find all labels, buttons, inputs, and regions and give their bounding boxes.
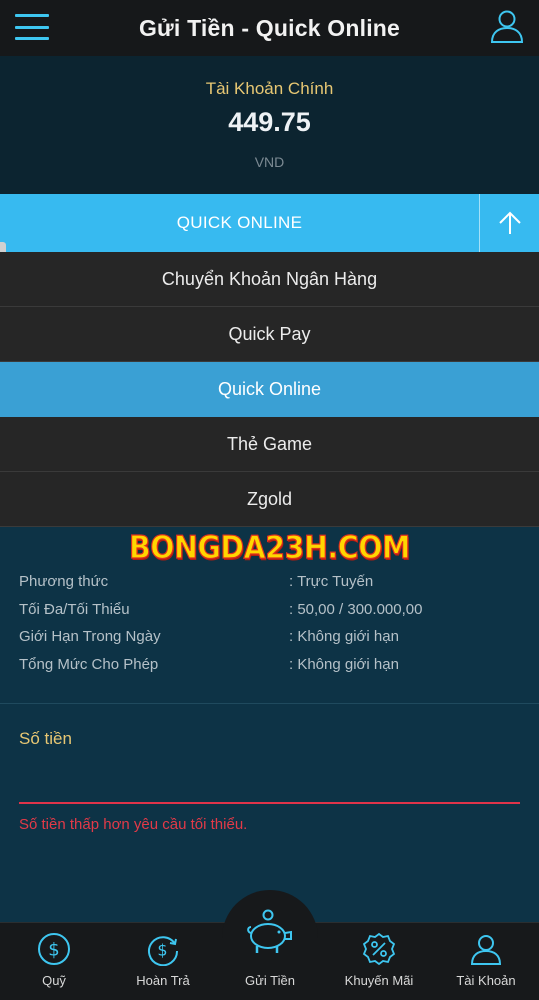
- hamburger-menu-icon[interactable]: [14, 12, 50, 42]
- info-row: Tổng Mức Cho Phép : Không giới hạn: [19, 656, 519, 684]
- svg-text:$: $: [157, 941, 167, 960]
- method-option-quick-pay[interactable]: Quick Pay: [0, 307, 539, 362]
- payment-method-selector[interactable]: QUICK ONLINE: [0, 194, 539, 252]
- balance-panel: Tài Khoản Chính 449.75 VND: [0, 56, 539, 194]
- nav-label: Quỹ: [42, 973, 66, 988]
- svg-text:$: $: [48, 940, 59, 961]
- info-value: : 50,00 / 300.000,00: [289, 600, 423, 618]
- watermark-text: BONGDA23H.COM: [128, 529, 411, 566]
- nav-item-deposit[interactable]: Gửi Tiền: [220, 909, 320, 1000]
- balance-currency: VND: [254, 154, 285, 170]
- info-key: Tối Đa/Tối Thiểu: [19, 600, 130, 618]
- nav-label: Khuyến Mãi: [344, 973, 414, 988]
- page-title: Gửi Tiền - Quick Online: [138, 14, 401, 41]
- top-bar: Gửi Tiền - Quick Online: [0, 0, 539, 56]
- user-icon: [470, 935, 502, 965]
- deposit-info-table: Phương thức : Trực Tuyến Tối Đa/Tối Thiể…: [19, 573, 519, 683]
- nav-item-refund[interactable]: $ Hoàn Trả: [113, 922, 213, 1000]
- info-key: Tổng Mức Cho Phép: [19, 655, 159, 673]
- refund-icon: $: [148, 936, 179, 966]
- info-value: : Trực Tuyến: [289, 573, 374, 590]
- nav-label: Hoàn Trả: [136, 973, 190, 988]
- amount-input[interactable]: [19, 760, 520, 804]
- piggy-bank-icon: [247, 909, 292, 953]
- nav-label: Tài Khoản: [456, 973, 516, 988]
- method-option-quick-online[interactable]: Quick Online: [0, 362, 539, 417]
- method-option-zgold[interactable]: Zgold: [0, 472, 539, 527]
- nav-item-fund[interactable]: $ Quỹ: [4, 922, 104, 1000]
- info-key: Giới Hạn Trong Ngày: [19, 628, 161, 645]
- method-option-game-card[interactable]: Thẻ Game: [0, 417, 539, 472]
- info-row: Phương thức : Trực Tuyến: [19, 573, 519, 601]
- info-row: Giới Hạn Trong Ngày : Không giới hạn: [19, 628, 519, 656]
- payment-method-dropdown: Chuyển Khoản Ngân Hàng Quick Pay Quick O…: [0, 252, 539, 527]
- info-value: : Không giới hạn: [289, 655, 399, 673]
- method-option-bank-transfer[interactable]: Chuyển Khoản Ngân Hàng: [0, 252, 539, 307]
- collapse-arrow-up-icon[interactable]: [479, 194, 539, 252]
- selected-method-label: QUICK ONLINE: [176, 213, 303, 232]
- info-row: Tối Đa/Tối Thiểu : 50,00 / 300.000,00: [19, 601, 519, 629]
- section-divider: [0, 703, 539, 704]
- balance-label: Tài Khoản Chính: [205, 79, 334, 98]
- info-value: : Không giới hạn: [289, 628, 399, 645]
- amount-error-message: Số tiền thấp hơn yêu cầu tối thiểu.: [19, 816, 248, 833]
- user-profile-icon[interactable]: [487, 6, 527, 46]
- balance-amount: 449.75: [228, 107, 311, 137]
- nav-item-account[interactable]: Tài Khoản: [436, 922, 536, 1000]
- nav-label: Gửi Tiền: [245, 973, 295, 988]
- info-key: Phương thức: [19, 573, 109, 590]
- dollar-coin-icon: $: [38, 933, 70, 965]
- amount-field-label: Số tiền: [19, 729, 72, 748]
- percent-badge-icon: [362, 932, 396, 966]
- nav-item-promotions[interactable]: Khuyến Mãi: [329, 922, 429, 1000]
